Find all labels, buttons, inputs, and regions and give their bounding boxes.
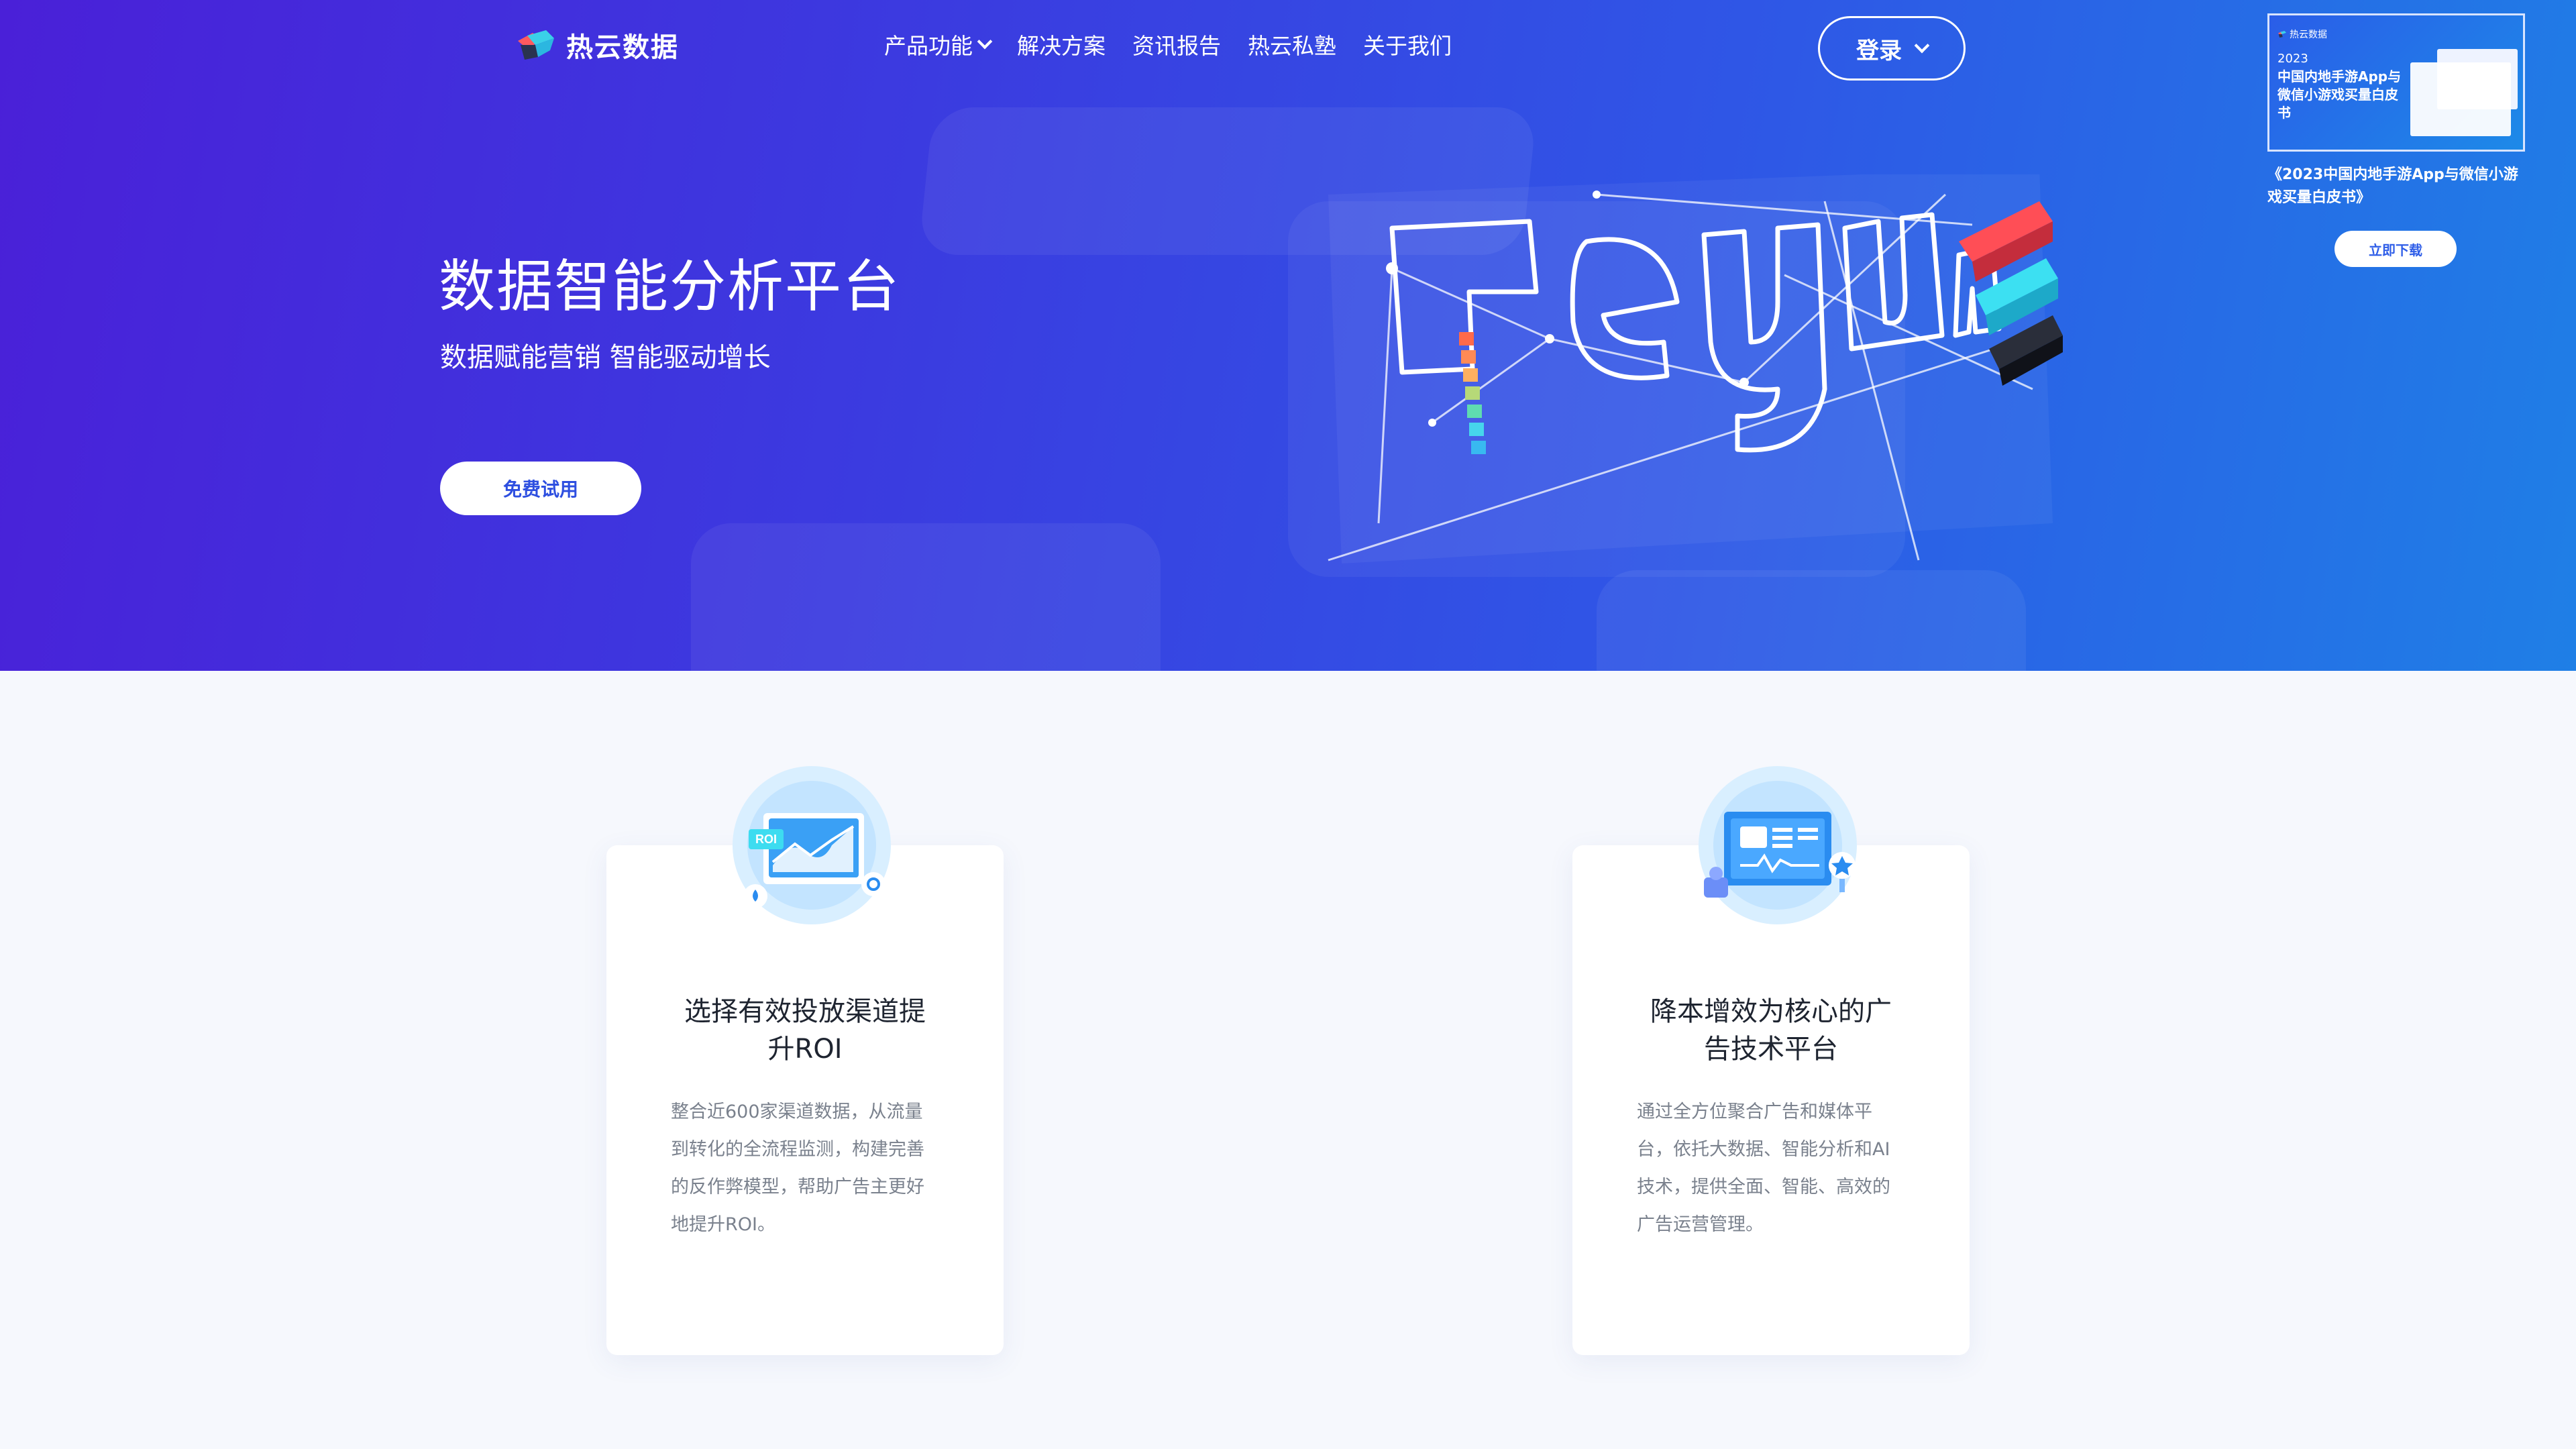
- card-title: 降本增效为核心的广告技术平台: [1650, 996, 1892, 1065]
- chevron-down-icon: [977, 34, 993, 50]
- ad-platform-icon: [1699, 766, 1857, 924]
- card-description: 整合近600家渠道数据，从流量到转化的全流程监测，构建完善的反作弊模型，帮助广告…: [671, 1102, 924, 1235]
- report-sheet-image: [2410, 62, 2511, 136]
- brand-logo[interactable]: 热云数据: [515, 25, 679, 64]
- roi-chart-icon: ROI: [733, 766, 891, 924]
- hero-banner: 热云数据 产品功能 解决方案 资讯报告 热云私塾 关于我们 登录 热云数据 20…: [0, 0, 2576, 671]
- nav-item-label: 解决方案: [1017, 33, 1106, 59]
- main-nav: 产品功能 解决方案 资讯报告 热云私塾 关于我们: [884, 28, 1452, 60]
- reyun-3d-illustration: [1328, 174, 2063, 564]
- card-description: 通过全方位聚合广告和媒体平台，依托大数据、智能分析和AI技术，提供全面、智能、高…: [1637, 1102, 1890, 1235]
- nav-item-label: 产品功能: [884, 33, 973, 59]
- chevron-down-icon: [1914, 38, 1930, 54]
- card-title: 选择有效投放渠道提升ROI: [684, 996, 926, 1065]
- whitepaper-caption[interactable]: 《2023中国内地手游App与微信小游戏买量白皮书》: [2267, 164, 2529, 209]
- logo-mark-icon: [518, 30, 554, 60]
- nav-item-label: 资讯报告: [1132, 33, 1221, 59]
- download-button[interactable]: 立即下载: [2334, 231, 2457, 267]
- nav-item-products[interactable]: 产品功能: [884, 28, 993, 60]
- hero-decor-shape: [1597, 570, 2026, 671]
- hero-title: 数据智能分析平台: [439, 254, 901, 319]
- login-button[interactable]: 登录: [1818, 16, 1966, 80]
- hero-subtitle: 数据赋能营销 智能驱动增长: [440, 342, 771, 373]
- whitepaper-thumbnail[interactable]: 热云数据 2023 中国内地手游App与微信小游戏买量白皮书: [2267, 13, 2525, 152]
- free-trial-button[interactable]: 免费试用: [440, 462, 641, 515]
- promo-thumb-title: 中国内地手游App与微信小游戏买量白皮书: [2277, 68, 2402, 121]
- logo-mark-icon: [2277, 31, 2287, 38]
- feature-card[interactable]: 降本增效为核心的广告技术平台 通过全方位聚合广告和媒体平台，依托大数据、智能分析…: [1572, 766, 1970, 1355]
- nav-item-label: 关于我们: [1363, 33, 1452, 59]
- brand-name: 热云数据: [566, 32, 679, 63]
- promo-thumb-year: 2023: [2277, 52, 2308, 66]
- nav-item-academy[interactable]: 热云私塾: [1248, 28, 1336, 60]
- promo-thumb-brand: 热云数据: [2277, 28, 2327, 41]
- nav-item-solutions[interactable]: 解决方案: [1017, 28, 1106, 60]
- nav-item-reports[interactable]: 资讯报告: [1132, 28, 1221, 60]
- hero-decor-shape: [691, 523, 1161, 671]
- roi-badge: ROI: [755, 833, 777, 846]
- feature-card[interactable]: ROI 选择有效投放渠道提升ROI 整合近600家渠道数据，从流量到转化的全流程…: [606, 766, 1004, 1355]
- nav-item-label: 热云私塾: [1248, 33, 1336, 59]
- login-label: 登录: [1856, 37, 1902, 64]
- nav-item-about[interactable]: 关于我们: [1363, 28, 1452, 60]
